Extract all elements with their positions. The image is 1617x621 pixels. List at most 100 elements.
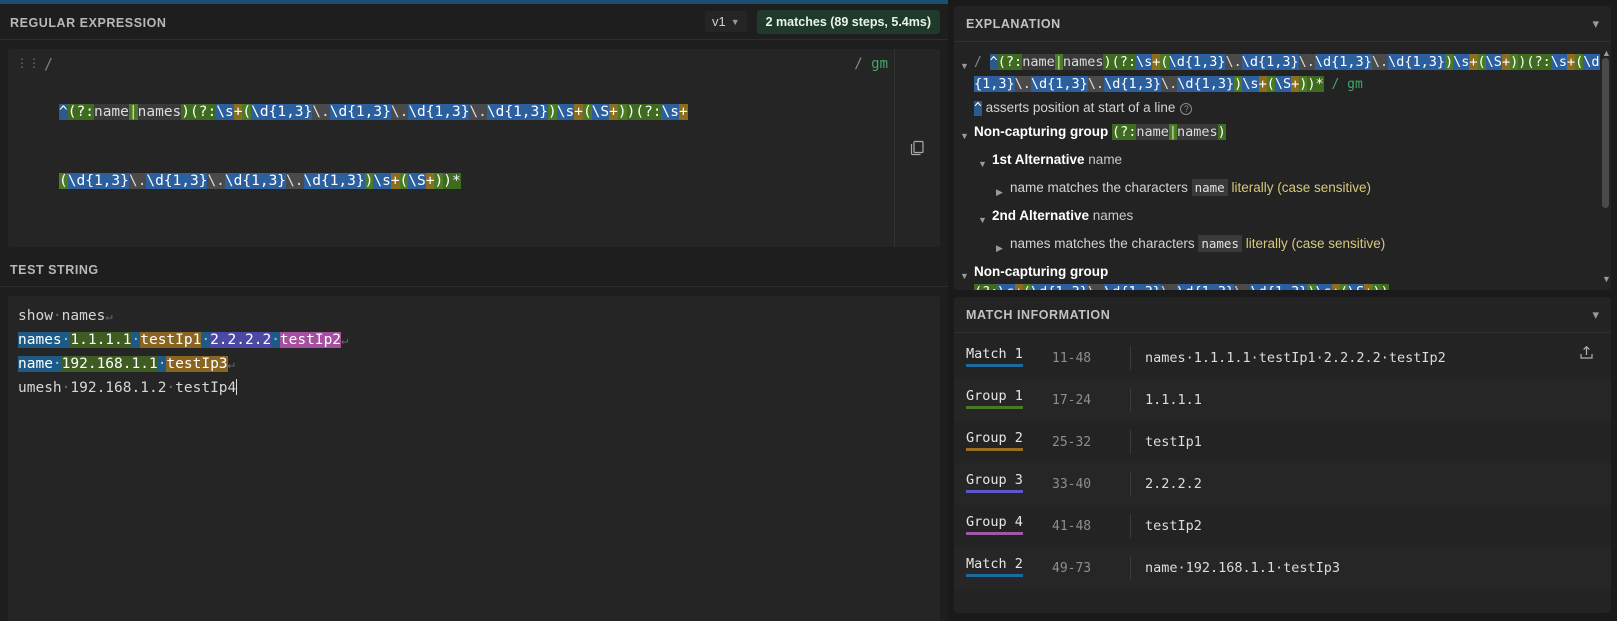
regex-token: \S: [1485, 54, 1502, 70]
explanation-row: ▼ Non-capturing group (?:name|names): [960, 120, 1605, 148]
explanation-row-content: ^ asserts position at start of a line?: [974, 97, 1193, 119]
regex-version-label: v1: [711, 14, 726, 29]
regex-token: \s: [216, 104, 234, 120]
explanation-text: literally (case sensitive): [1227, 180, 1371, 195]
match-info-range: 17-24: [1052, 392, 1092, 408]
test-string-token: testIp4: [175, 380, 237, 396]
regex-token: \.: [1160, 76, 1178, 92]
triangle-down-icon[interactable]: ▼: [960, 51, 974, 77]
regex-version-select[interactable]: v1 ▼: [704, 11, 747, 32]
regex-token: \d{1,3}: [329, 104, 391, 120]
explanation-row: ▼Non-capturing group (?:\s+(\d{1,3}\.\d{…: [960, 260, 1605, 290]
match-info-row[interactable]: Group 3 33-40 2.2.2.2: [954, 463, 1611, 505]
chevron-down-icon[interactable]: ▾: [1592, 16, 1599, 32]
match-info-range: 49-73: [1052, 560, 1092, 576]
triangle-right-icon[interactable]: ▶: [996, 177, 1010, 203]
regex-token: *: [451, 173, 461, 189]
regex-token: \d{1,3}: [1314, 54, 1372, 70]
regex-token: \d{1,3}: [1104, 76, 1161, 92]
explanation-body: ▲ ▼ ▼ / ^(?:name|names)(?:\s+(\d{1,3}\.\d…: [954, 42, 1611, 290]
match-info-value: name·192.168.1.1·testIp3: [1145, 560, 1341, 576]
regex-token: +: [1014, 284, 1023, 290]
match-information-header: MATCH INFORMATION ▾: [954, 297, 1611, 333]
explanation-row: ▼ 1st Alternative name: [960, 148, 1605, 176]
drag-handle-icon[interactable]: ⋮⋮: [8, 49, 44, 69]
explanation-literal-chip: name: [1191, 179, 1228, 196]
regex-token: (?:: [997, 54, 1023, 70]
regex-token: \d{1,3}: [251, 104, 313, 120]
regex-input[interactable]: ^(?:name|names)(?:\s+(\d{1,3}\.\d{1,3}\.…: [53, 49, 854, 247]
triangle-down-icon[interactable]: ▼: [978, 205, 992, 231]
match-info-key: Group 4: [966, 514, 1052, 538]
regex-token: (: [399, 173, 409, 189]
match-info-row[interactable]: Group 2 25-32 testIp1: [954, 421, 1611, 463]
regex-token: \S: [591, 104, 610, 120]
regex-input-box[interactable]: ⋮⋮ / ^(?:name|names)(?:\s+(\d{1,3}\.\d{1…: [8, 49, 940, 247]
regex-token: \d{1,3}: [1168, 54, 1226, 70]
explanation-header: EXPLANATION ▾: [954, 6, 1611, 42]
regex-token: ): [434, 173, 444, 189]
test-string-token: testIp3: [166, 356, 228, 372]
test-string-input[interactable]: show·names↵ names·1.1.1.1·testIp1·2.2.2.2…: [8, 296, 940, 621]
chevron-down-icon[interactable]: ▾: [1592, 307, 1599, 323]
match-info-row[interactable]: Match 1 11-48 names·1.1.1.1·testIp1·2.2.2.…: [954, 337, 1611, 379]
regex-token: \S: [408, 173, 426, 189]
regex-token: ): [1103, 54, 1112, 70]
regex-token: (: [1022, 284, 1031, 290]
test-string-token: names: [18, 332, 62, 348]
match-info-row[interactable]: Group 4 41-48 testIp2: [954, 505, 1611, 547]
explanation-scrollbar[interactable]: ▲ ▼: [1602, 48, 1611, 284]
regex-token: \.: [1298, 54, 1315, 70]
regex-label-row: REGULAR EXPRESSION v1 ▼ 2 matches (89 st…: [0, 4, 948, 40]
copy-icon[interactable]: [894, 49, 940, 247]
match-info-row[interactable]: Group 1 17-24 1.1.1.1: [954, 379, 1611, 421]
regex-token: \S: [1274, 76, 1292, 92]
triangle-down-icon[interactable]: ▼: [960, 121, 974, 147]
explanation-row: ^ asserts position at start of a line?: [960, 96, 1605, 120]
explanation-text: names matches the characters: [1010, 236, 1199, 251]
triangle-down-icon[interactable]: ▼: [978, 149, 992, 175]
scroll-up-icon[interactable]: ▲: [1602, 48, 1611, 58]
regex-token: (: [1160, 54, 1169, 70]
export-icon[interactable]: [1571, 339, 1601, 365]
regex-token: (: [1266, 76, 1275, 92]
match-info-row[interactable]: Match 2 49-73 name·192.168.1.1·testIp3: [954, 547, 1611, 589]
match-info-key-label: Group 4: [966, 514, 1023, 535]
regex-tester-app: REGULAR EXPRESSION v1 ▼ 2 matches (89 st…: [0, 0, 1617, 621]
regex-token: \.: [469, 104, 487, 120]
match-info-value: 2.2.2.2: [1145, 476, 1202, 492]
test-string-token: testIp1: [140, 332, 202, 348]
divider: [1130, 430, 1131, 454]
test-string-token: 2.2.2.2: [210, 332, 272, 348]
divider: [1130, 346, 1131, 370]
test-string-line: umesh·192.168.1.2·testIp4: [18, 376, 930, 400]
match-info-range: 25-32: [1052, 434, 1092, 450]
regex-line-2: (\d{1,3}\.\d{1,3}\.\d{1,3}\.\d{1,3})\s+(…: [59, 170, 848, 193]
explanation-delimiter: /: [974, 55, 990, 70]
help-icon[interactable]: ?: [1180, 103, 1193, 115]
divider: [1130, 514, 1131, 538]
match-info-value: names·1.1.1.1·testIp1·2.2.2.2·testIp2: [1145, 350, 1446, 366]
explanation-flags: / gm: [1323, 77, 1363, 92]
scroll-down-icon[interactable]: ▼: [1602, 274, 1611, 284]
scrollbar-thumb[interactable]: [1602, 58, 1609, 208]
test-string-label: TEST STRING: [0, 251, 948, 287]
regex-token: ): [1510, 54, 1519, 70]
regex-flags[interactable]: / gm: [854, 49, 894, 72]
regex-token: ): [1307, 76, 1316, 92]
triangle-right-icon[interactable]: ▶: [996, 233, 1010, 259]
regex-token: +: [679, 104, 688, 120]
explanation-label: Non-capturing group: [974, 264, 1109, 279]
regex-token: \d{1,3}: [1388, 54, 1445, 70]
regex-token: +: [1469, 54, 1478, 70]
regex-token: \s: [661, 104, 680, 120]
triangle-down-icon[interactable]: ▼: [960, 261, 974, 287]
match-info-key: Group 3: [966, 472, 1052, 496]
regex-token: \s: [1315, 284, 1332, 290]
test-string-token: ·: [166, 380, 176, 396]
test-string-token: show: [18, 308, 53, 324]
explanation-label: Non-capturing group: [974, 124, 1112, 139]
regex-token: +: [1501, 54, 1511, 70]
regex-token: \.: [1225, 54, 1242, 70]
regex-token: \s: [373, 173, 391, 189]
